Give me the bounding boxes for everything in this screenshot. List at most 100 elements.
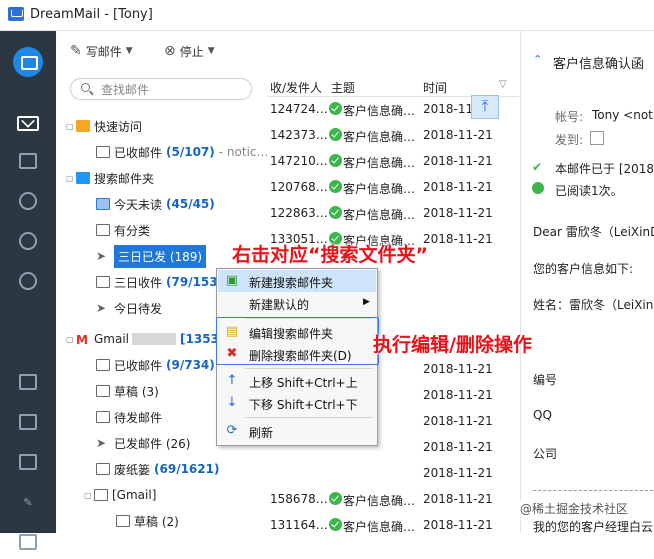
row-from: 124724… xyxy=(270,102,328,116)
tree-gmail-sent[interactable]: ➤ 已发邮件 (26) xyxy=(96,432,190,454)
tree-gmail-inbox[interactable]: 已收邮件 (9/734) xyxy=(96,354,215,376)
dreammail-logo-icon[interactable] xyxy=(0,45,56,79)
tree-label: 今日待发 xyxy=(114,301,163,316)
tree-quick-access[interactable]: ▢ 快速访问 xyxy=(66,115,142,137)
sort-icon[interactable]: ▽ xyxy=(499,79,507,90)
table-row[interactable]: 142373… 客户信息确… 2018-11-21 xyxy=(267,122,519,148)
expand-icon[interactable]: ⌃ xyxy=(533,53,542,66)
menu-text: 下移 xyxy=(249,398,274,412)
collapse-icon[interactable]: ▢ xyxy=(66,174,76,183)
scroll-top-button[interactable]: ⤒ xyxy=(471,95,499,119)
tree-label: 搜索邮件夹 xyxy=(94,171,155,186)
column-subject[interactable]: 主题 xyxy=(331,79,355,96)
tree-gmail-trash[interactable]: 废纸篓 (69/1621) xyxy=(96,458,219,480)
collapse-icon[interactable]: ▢ xyxy=(84,491,94,500)
compose-button[interactable]: ✎ 写邮件 ▼ xyxy=(70,41,133,61)
tree-gmail-drafts[interactable]: 草稿 (3) xyxy=(96,380,159,402)
tree-gmail-outbox[interactable]: 待发邮件 xyxy=(96,406,162,428)
tree-gmail-folder-drafts[interactable]: 草稿 (2) xyxy=(116,510,179,532)
menu-move-up[interactable]: ↑ 上移 Shift+Ctrl+上 xyxy=(218,370,376,392)
row-date: 2018-11 xyxy=(423,102,474,116)
title-bar: DreamMail - [Tony] xyxy=(0,0,654,31)
table-row[interactable]: 147210… 客户信息确… 2018-11-21 xyxy=(267,148,519,174)
tree-label: 草稿 (3) xyxy=(114,384,159,399)
body-line: 您的客户信息如下: xyxy=(533,262,634,276)
redacted-address xyxy=(132,333,177,345)
tree-categorized[interactable]: 有分类 xyxy=(96,219,150,241)
gmail-icon: M xyxy=(76,333,88,347)
tree-three-days-received[interactable]: 三日收件 (79/153 xyxy=(96,271,218,293)
column-time[interactable]: 时间 xyxy=(423,79,447,96)
compose-icon: ✎ xyxy=(70,43,82,59)
envelope-icon xyxy=(96,198,110,210)
read-count-line: 已阅读1次。 xyxy=(555,184,623,198)
tree-today-unread[interactable]: 今天未读 (45/45) xyxy=(96,193,215,215)
menu-new-search-folder[interactable]: ▣ 新建搜索邮件夹 xyxy=(218,270,376,292)
sent-arrow-icon: ➤ xyxy=(96,249,107,263)
collapse-icon[interactable]: ▢ xyxy=(66,335,76,344)
row-from: 142373… xyxy=(270,128,328,142)
chevron-down-icon[interactable]: ▼ xyxy=(208,46,215,56)
address-card-icon[interactable] xyxy=(0,405,56,439)
column-from[interactable]: 收/发件人 xyxy=(270,79,322,96)
search-input[interactable] xyxy=(99,81,248,99)
row-subject: 客户信息确… xyxy=(343,520,416,534)
search-box[interactable] xyxy=(70,78,252,100)
folder-count: (189) xyxy=(169,249,203,264)
row-subject: 客户信息确… xyxy=(343,182,416,196)
table-row[interactable]: 131164… 客户信息确… 2018-11-21 xyxy=(267,512,519,538)
row-from: 147210… xyxy=(270,154,328,168)
chevron-down-icon[interactable]: ▼ xyxy=(126,46,133,56)
globe-icon[interactable] xyxy=(0,224,56,258)
tree-search-folders[interactable]: ▢ 搜索邮件夹 xyxy=(66,167,154,189)
mail-settings-icon[interactable] xyxy=(0,445,56,479)
attachment-icon[interactable] xyxy=(590,131,604,145)
row-date: 2018-11-21 xyxy=(423,518,493,532)
tree-gmail-account[interactable]: ▢ M Gmail [1353 xyxy=(66,328,219,350)
row-date: 2018-11-21 xyxy=(423,232,493,246)
sent-arrow-icon: ➤ xyxy=(96,436,107,450)
row-from: 158678… xyxy=(270,492,328,506)
row-date: 2018-11-21 xyxy=(423,362,493,376)
read-check-icon xyxy=(329,154,342,167)
table-row[interactable]: 120768… 客户信息确… 2018-11-21 xyxy=(267,174,519,200)
row-from: 122863… xyxy=(270,206,328,220)
read-check-icon xyxy=(329,180,342,193)
row-from: 131164… xyxy=(270,518,328,532)
tree-three-days-sent[interactable]: ➤ 三日已发 (189) xyxy=(96,244,207,268)
stop-icon: ⊗ xyxy=(164,43,176,59)
inbox-icon xyxy=(96,146,110,158)
selected-folder[interactable]: 三日已发 (189) xyxy=(114,244,207,268)
contacts-icon[interactable] xyxy=(0,184,56,218)
nav-rail: ✎ xyxy=(0,31,56,550)
search-icon[interactable] xyxy=(0,264,56,298)
row-subject: 客户信息确… xyxy=(343,130,416,144)
menu-label: 新建默认的 xyxy=(249,298,310,312)
table-row[interactable]: 158678… 客户信息确… 2018-11-21 xyxy=(267,486,519,512)
compose-label: 写邮件 xyxy=(85,44,122,59)
menu-new-default[interactable]: 新建默认的 ▶ xyxy=(218,292,376,314)
annotation-right-click: 右击对应“搜索文件夹” xyxy=(232,244,428,266)
document-icon[interactable] xyxy=(0,525,56,559)
table-row[interactable]: 122863… 客户信息确… 2018-11-21 xyxy=(267,200,519,226)
collapse-icon[interactable]: ▢ xyxy=(66,122,76,131)
table-row[interactable]: 2018-11-21 xyxy=(267,460,519,486)
menu-move-down[interactable]: ↓ 下移 Shift+Ctrl+下 xyxy=(218,392,376,414)
tree-today-pending[interactable]: ➤ 今日待发 xyxy=(96,297,162,319)
tree-label: Gmail xyxy=(94,332,130,346)
folder-icon xyxy=(116,515,130,527)
stop-button[interactable]: ⊗ 停止 ▼ xyxy=(164,41,215,61)
tree-gmail-folder[interactable]: ▢ [Gmail] xyxy=(84,484,156,506)
menu-refresh[interactable]: ⟳ 刷新 xyxy=(218,420,376,442)
tree-inbox-notice[interactable]: 已收邮件 (5/107) - notic… xyxy=(96,141,269,163)
divider xyxy=(533,490,653,491)
calendar-30-icon[interactable] xyxy=(0,365,56,399)
drafts-icon xyxy=(96,385,110,397)
mail-icon[interactable] xyxy=(0,106,56,140)
pen-icon[interactable]: ✎ xyxy=(0,485,56,519)
row-date: 2018-11-21 xyxy=(423,440,493,454)
new-folder-icon: ▣ xyxy=(225,273,239,288)
tree-label: 已收邮件 xyxy=(114,358,163,373)
submenu-arrow-icon: ▶ xyxy=(363,297,370,307)
calendar-grid-icon[interactable] xyxy=(0,144,56,178)
